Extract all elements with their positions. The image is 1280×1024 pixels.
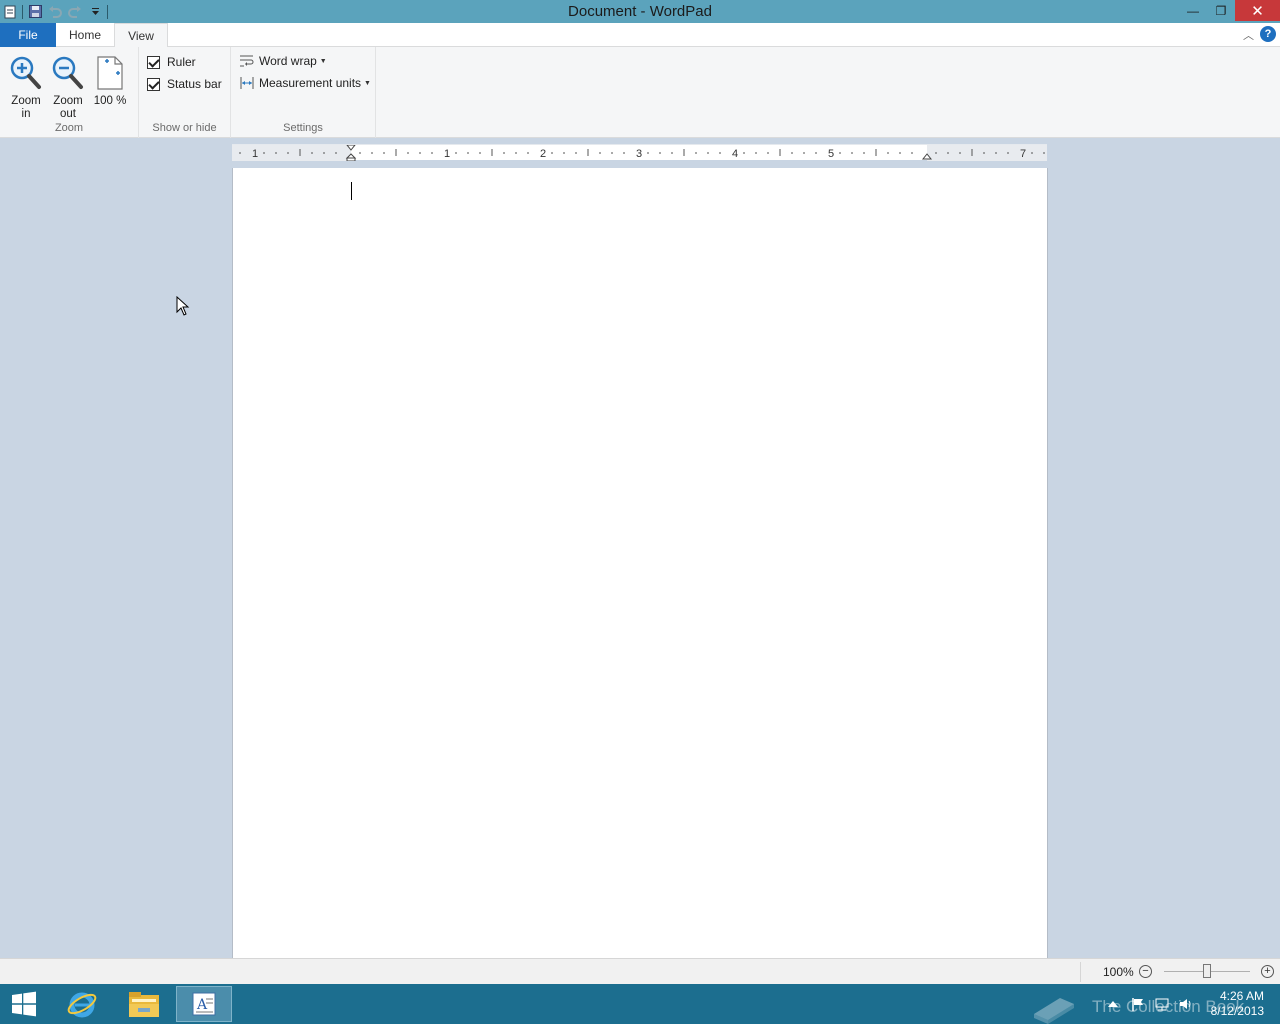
zoom-in-small-button[interactable]: + bbox=[1261, 965, 1274, 978]
system-clock[interactable]: 4:26 AM 8/12/2013 bbox=[1211, 989, 1264, 1019]
book-logo-icon bbox=[1034, 998, 1074, 1024]
ruler[interactable]: 1 1 2 3 4 5 7 bbox=[232, 144, 1047, 161]
windows-logo-icon bbox=[12, 991, 36, 1017]
settings-group: Word wrap ▼ Measurement units ▼ Settings bbox=[231, 47, 376, 138]
status-bar-checkbox-label: Status bar bbox=[167, 77, 222, 91]
taskbar-internet-explorer[interactable] bbox=[54, 986, 110, 1022]
status-bar-checkbox-box[interactable] bbox=[147, 77, 160, 91]
zoom-100-label: 100 % bbox=[93, 95, 127, 107]
text-caret bbox=[351, 182, 352, 200]
word-wrap-icon bbox=[240, 55, 254, 67]
start-button[interactable] bbox=[0, 986, 48, 1022]
chevron-down-icon: ▼ bbox=[364, 79, 371, 87]
close-button[interactable]: ✕ bbox=[1235, 0, 1280, 21]
tab-file[interactable]: File bbox=[0, 23, 56, 47]
zoom-in-icon bbox=[6, 51, 46, 91]
minimize-button[interactable]: — bbox=[1179, 0, 1207, 21]
tab-home[interactable]: Home bbox=[56, 23, 114, 47]
clock-time: 4:26 AM bbox=[1219, 989, 1264, 1003]
ribbon-tabs: File Home View ︿ ? bbox=[0, 23, 1280, 48]
network-icon[interactable] bbox=[1155, 997, 1169, 1011]
wordpad-icon: A bbox=[192, 992, 216, 1016]
mouse-cursor-icon bbox=[176, 295, 190, 319]
action-center-flag-icon[interactable] bbox=[1131, 997, 1145, 1011]
page-100-icon bbox=[90, 51, 130, 91]
taskbar-wordpad[interactable]: A bbox=[176, 986, 232, 1022]
zoom-out-button[interactable]: Zoom out bbox=[48, 51, 88, 121]
taskbar-file-explorer[interactable] bbox=[116, 986, 172, 1022]
ribbon-panel: Zoom in Zoom out 100 % Zoom Ruler Status… bbox=[0, 47, 1280, 138]
document-page[interactable] bbox=[232, 168, 1048, 958]
zoom-100-button[interactable]: 100 % bbox=[90, 51, 130, 108]
ruler-number: 2 bbox=[540, 148, 546, 160]
taskbar: A The Collection Book 4:26 AM 8/12/2013 bbox=[0, 984, 1280, 1024]
ruler-number: 1 bbox=[444, 148, 450, 160]
status-bar: 100% − + bbox=[0, 958, 1280, 984]
left-indent-marker[interactable] bbox=[345, 145, 357, 161]
show-hide-group: Ruler Status bar Show or hide bbox=[139, 47, 231, 138]
restore-button[interactable]: ❐ bbox=[1207, 0, 1235, 21]
measurement-units-dropdown[interactable]: Measurement units ▼ bbox=[239, 76, 371, 90]
ruler-number: 7 bbox=[1020, 148, 1026, 160]
status-divider bbox=[1080, 962, 1081, 982]
window-controls: — ❐ ✕ bbox=[1179, 0, 1280, 23]
collapse-ribbon-icon[interactable]: ︿ bbox=[1243, 27, 1254, 43]
show-hidden-icons-icon[interactable] bbox=[1106, 997, 1120, 1011]
settings-group-label: Settings bbox=[283, 122, 323, 134]
word-wrap-dropdown[interactable]: Word wrap ▼ bbox=[239, 54, 327, 68]
show-hide-group-label: Show or hide bbox=[152, 122, 217, 134]
zoom-group-label: Zoom bbox=[54, 122, 84, 134]
tab-view[interactable]: View bbox=[114, 23, 168, 48]
ruler-ticks: 1 1 2 3 4 5 7 bbox=[239, 145, 1045, 161]
title-bar: Document - WordPad — ❐ ✕ bbox=[0, 0, 1280, 23]
ruler-checkbox[interactable]: Ruler bbox=[147, 55, 196, 69]
ruler-checkbox-box[interactable] bbox=[147, 55, 160, 69]
right-indent-marker[interactable] bbox=[921, 153, 933, 160]
zoom-slider-thumb[interactable] bbox=[1203, 964, 1211, 978]
status-bar-checkbox[interactable]: Status bar bbox=[147, 77, 222, 91]
zoom-out-small-button[interactable]: − bbox=[1139, 965, 1152, 978]
document-workspace: 1 1 2 3 4 5 7 bbox=[0, 138, 1280, 958]
ruler-number: 4 bbox=[732, 148, 738, 160]
ruler-number: 3 bbox=[636, 148, 642, 160]
volume-icon[interactable] bbox=[1179, 997, 1193, 1011]
ruler-number: 1 bbox=[252, 148, 258, 160]
chevron-down-icon: ▼ bbox=[319, 57, 327, 65]
help-icon[interactable]: ? bbox=[1260, 26, 1276, 42]
zoom-out-label: Zoom out bbox=[53, 95, 83, 120]
window-title: Document - WordPad bbox=[568, 3, 712, 20]
folder-icon bbox=[129, 992, 159, 1017]
zoom-out-icon bbox=[48, 51, 88, 91]
internet-explorer-icon bbox=[67, 992, 97, 1018]
zoom-in-label: Zoom in bbox=[11, 95, 41, 120]
clock-date: 8/12/2013 bbox=[1210, 1004, 1264, 1018]
zoom-in-button[interactable]: Zoom in bbox=[6, 51, 46, 121]
word-wrap-label: Word wrap bbox=[259, 54, 317, 68]
ruler-checkbox-label: Ruler bbox=[167, 55, 196, 69]
ruler-number: 5 bbox=[828, 148, 834, 160]
zoom-group: Zoom in Zoom out 100 % Zoom bbox=[0, 47, 139, 138]
measurement-units-icon bbox=[240, 77, 254, 89]
measurement-units-label: Measurement units bbox=[259, 76, 362, 90]
zoom-level: 100% bbox=[1103, 965, 1134, 979]
